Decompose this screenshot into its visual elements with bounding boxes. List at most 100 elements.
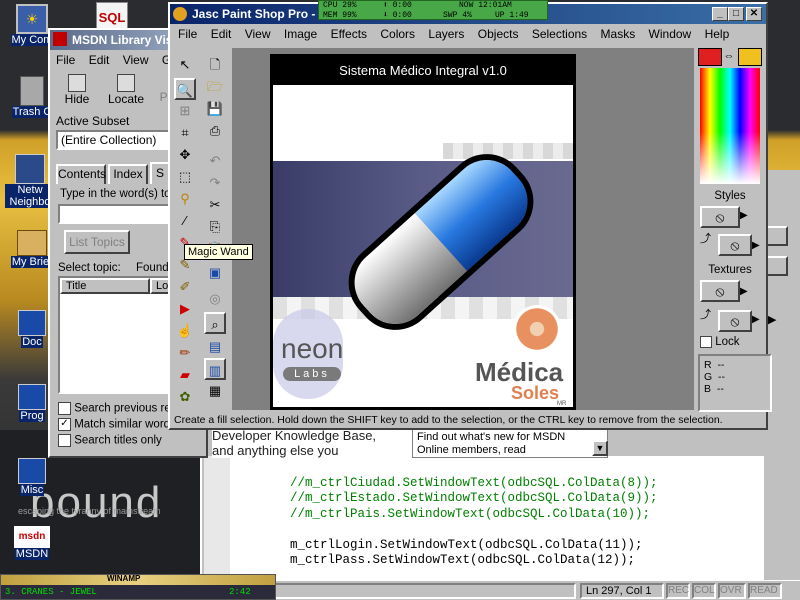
code-line: m_ctrlLogin.SetWindowText(odbcSQL.ColDat… [290,537,643,552]
medica-sun-logo [513,305,561,353]
psp-menu-selections[interactable]: Selections [532,27,587,41]
psp-toolbar-column: 🗋 🗁 💾 ⎙ ↶ ↷ ✂ ⎘ 📋 ▣ ◎ ⌕ ▤ ▥ ▦ [202,54,230,414]
psp-menu-layers[interactable]: Layers [428,27,464,41]
whats-new-dropdown[interactable]: ▼ [592,440,608,456]
search-titles-option[interactable]: Search titles only [58,434,162,447]
winamp-titlebar[interactable]: WINAMP [1,574,275,585]
psp-menu-window[interactable]: Window [649,27,692,41]
arrow-tool-icon[interactable]: ↖ [174,54,196,76]
redo-icon[interactable]: ↷ [204,172,226,194]
desktop-icon-msdn[interactable]: msdn MSDN [2,526,62,560]
search-previous-option[interactable]: Search previous re [58,402,171,415]
vs-side-button[interactable] [766,256,788,276]
crop-tool-icon[interactable]: ⌗ [174,122,196,144]
foreground-texture-button[interactable]: ⦸ [700,280,740,302]
layer-palette-icon[interactable]: ▤ [204,336,226,358]
freehand-tool-icon[interactable]: ⚲ [174,188,196,210]
cut-icon[interactable]: ✂ [204,194,226,216]
magic-wand-tool-icon[interactable]: ⁄ [174,210,196,232]
desktop-icon-misc[interactable]: Misc [2,458,62,496]
color-palette-icon[interactable]: ◎ [204,288,226,310]
swap-styles-icon[interactable]: ⤴ [700,230,711,246]
match-similar-checkbox[interactable]: ✓ [58,418,71,431]
background-texture-arrow[interactable]: ▶ [752,314,760,325]
mover-tool-icon[interactable]: ✥ [174,144,196,166]
msdn-icon: msdn [14,526,50,548]
screen-capture-icon[interactable]: ▣ [204,262,226,284]
vs-left-margin [204,456,230,580]
selection-tool-icon[interactable]: ⬚ [174,166,196,188]
psp-menu-objects[interactable]: Objects [478,27,519,41]
deform-tool-icon[interactable]: ⊞ [174,100,196,122]
minimize-button[interactable]: _ [712,7,728,21]
background-texture-button[interactable]: ⦸ [718,310,752,332]
undo-icon[interactable]: ↶ [204,150,226,172]
picture-tube-icon[interactable]: ✿ [174,386,196,408]
search-previous-checkbox[interactable] [58,402,71,415]
wallpaper-subtext: escaping the tyranny of mainstream [18,506,161,516]
zoom-view-icon[interactable]: ⌕ [204,312,226,334]
locate-button[interactable]: Locate [104,74,148,106]
styles-label: Styles [714,190,746,202]
msdn-menu-edit[interactable]: Edit [89,53,110,67]
tab-contents[interactable]: Contents [56,164,106,184]
retouch-tool-icon[interactable]: ☝ [174,320,196,342]
match-similar-option[interactable]: ✓ Match similar words [58,418,176,431]
maximize-button[interactable]: □ [728,7,744,21]
search-titles-checkbox[interactable] [58,434,71,447]
foreground-texture-arrow[interactable]: ▶ [740,286,748,297]
tab-search[interactable]: S [150,162,170,184]
color-picker-spectrum[interactable] [700,68,760,184]
new-file-icon[interactable]: 🗋 [204,54,226,76]
background-swatch[interactable] [738,48,762,66]
g-readout: G -- [704,371,726,383]
background-style-button[interactable]: ⦸ [718,234,752,256]
histogram-icon[interactable]: ▥ [204,358,226,380]
zoom-tool-icon[interactable]: 🔍 [174,78,196,100]
close-button[interactable]: ✕ [746,7,762,21]
save-icon[interactable]: 💾 [204,98,226,120]
scratch-tool-icon[interactable]: ✏ [174,342,196,364]
psp-menu-image[interactable]: Image [284,27,317,41]
color-replacer-icon[interactable]: ▶ [174,298,196,320]
print-icon[interactable]: ⎙ [204,120,226,142]
psp-menu-colors[interactable]: Colors [380,27,415,41]
foreground-style-arrow[interactable]: ▶ [740,210,748,221]
vs-side-button[interactable] [766,226,788,246]
psp-menu-masks[interactable]: Masks [601,27,636,41]
image-canvas[interactable]: Sistema Médico Integral v1.0 neon Labs M… [270,54,576,410]
tab-index[interactable]: Index [108,164,148,184]
overview-icon[interactable]: ▦ [204,380,226,402]
folder-icon [18,458,46,484]
eraser-tool-icon[interactable]: ▰ [174,364,196,386]
rgb-readout: R -- G -- B -- [698,354,772,412]
swap-colors-icon[interactable]: ⇔ [722,48,736,64]
winamp-player[interactable]: WINAMP 3. CRANES - JEWEL 2:42 [0,574,276,600]
psp-menu-help[interactable]: Help [705,27,730,41]
psp-menu-effects[interactable]: Effects [331,27,367,41]
foreground-swatch[interactable] [698,48,722,66]
winamp-title: WINAMP [107,574,141,583]
psp-menu-view[interactable]: View [245,27,271,41]
hide-label: Hide [64,92,90,106]
foreground-style-button[interactable]: ⦸ [700,206,740,228]
msdn-start-text: Developer Knowledge Base, and anything e… [212,428,412,458]
msdn-menu-view[interactable]: View [123,53,149,67]
vs-status-ovr: OVR [718,583,746,599]
open-file-icon[interactable]: 🗁 [204,76,226,98]
background-style-arrow[interactable]: ▶ [752,240,760,251]
lock-option[interactable]: Lock [700,336,740,348]
lock-checkbox[interactable] [700,336,712,348]
clone-tool-icon[interactable]: ✐ [174,276,196,298]
msdn-menu-file[interactable]: File [56,53,75,67]
vs-scroll-arrow[interactable]: ▶ [768,313,776,326]
list-topics-button[interactable]: List Topics [64,230,130,254]
psp-menu-edit[interactable]: Edit [211,27,232,41]
psp-title: Jasc Paint Shop Pro - [192,7,316,21]
psp-menu-file[interactable]: File [178,27,197,41]
swap-textures-icon[interactable]: ⤴ [700,306,711,322]
copy-icon[interactable]: ⎘ [204,216,226,238]
canvas-top-strip [443,143,573,159]
column-title[interactable]: Title [60,278,150,294]
hide-button[interactable]: Hide [58,74,96,106]
